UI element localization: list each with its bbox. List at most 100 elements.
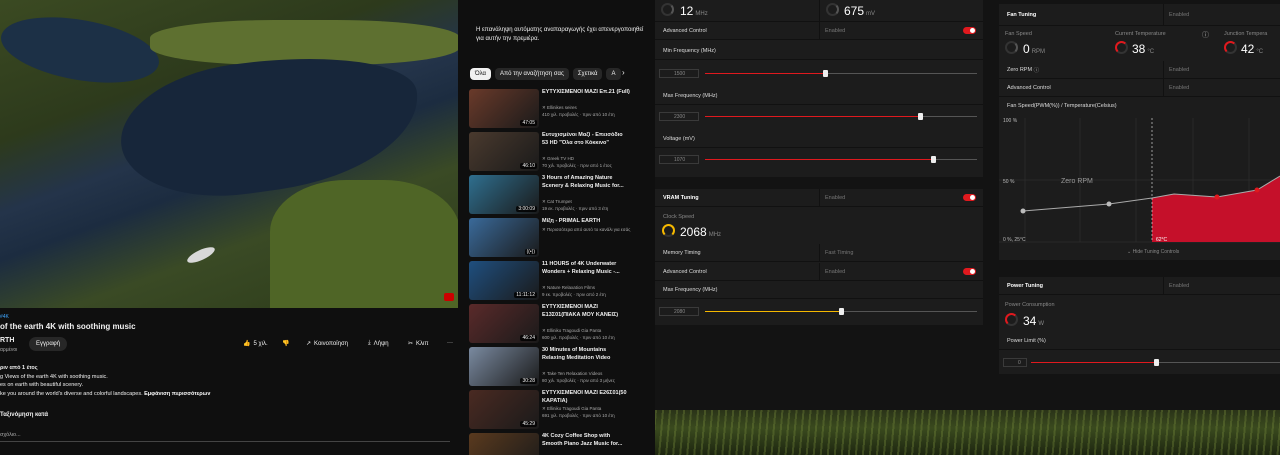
recommendation-item[interactable]: 45:29 ΕΥΤΥΧΙΣΜΕΝΟΙ ΜΑΖΙ Ε26Σ01(50 ΚΑΡΑΤΙΑ… — [469, 390, 649, 433]
recommendation-title[interactable]: 11 HOURS of 4K Underwater Wonders + Rela… — [542, 261, 630, 276]
video-duration: 3:00:09 — [516, 206, 537, 212]
gauge-icon — [1005, 41, 1018, 54]
advanced-control-toggle[interactable] — [963, 27, 976, 34]
temp-marker-label: 62°C — [1156, 237, 1168, 243]
thumbs-down-icon: 👎 — [282, 341, 290, 347]
video-duration: 46:10 — [520, 163, 537, 169]
recommendation-item[interactable]: 3:00:09 3 Hours of Amazing Nature Scenery… — [469, 175, 649, 218]
gauge-icon — [1115, 41, 1128, 54]
video-thumbnail[interactable]: 30:28 — [469, 347, 539, 386]
slider-knob[interactable] — [1153, 359, 1159, 366]
recommendation-meta: 410 χιλ. προβολές · πριν από 10 έτη — [542, 112, 615, 117]
video-thumbnail[interactable]: 3:00:09 — [469, 175, 539, 214]
slider-knob[interactable] — [917, 113, 923, 120]
slider-knob[interactable] — [931, 156, 937, 163]
more-actions-button[interactable]: ··· — [447, 340, 453, 346]
vram-tuning-toggle[interactable] — [963, 194, 976, 201]
recommendation-title[interactable]: 3 Hours of Amazing Nature Scenery & Rela… — [542, 175, 630, 190]
youtube-logo-icon[interactable] — [444, 293, 454, 301]
channel-subscribers: αρμένοι — [0, 347, 18, 353]
recommendation-title[interactable]: ΕΥΤΥΧΙΣΜΕΝΟΙ ΜΑΖΙ Επ.21 (Full) — [542, 89, 630, 97]
video-thumbnail[interactable]: 11:11:12 — [469, 261, 539, 300]
info-icon[interactable]: ⓘ — [1034, 66, 1040, 74]
recommendation-title[interactable]: 4K Cozy Coffee Shop with Smooth Piano Ja… — [542, 433, 630, 448]
max-frequency-slider[interactable]: 2300 — [655, 106, 983, 130]
vram-max-frequency-slider[interactable]: 2080 — [655, 301, 983, 325]
filter-chips: Όλα Από την αναζήτηση σας Σχετικά Α — [470, 68, 621, 80]
curve-point[interactable] — [1214, 194, 1220, 200]
autoplay-notice: Η επανάληψη αυτόματης αναπαραγωγής έχει … — [476, 27, 644, 42]
recommendation-title[interactable]: 30 Minutes of Mountains Relaxing Meditat… — [542, 347, 630, 362]
recommendation-title[interactable]: ΕΥΤΥΧΙΣΜΕΝΟΙ ΜΑΖΙ Ε13Σ01(ΠΙΑΚΑ ΜΟΥ ΚΑΝΕΙ… — [542, 304, 630, 319]
show-more-link[interactable]: Εμφάνιση περισσότερων — [144, 391, 210, 397]
recommendation-channel[interactable]: ✕ Ellinikes seires — [542, 105, 577, 111]
recommendation-title[interactable]: Μίξη - PRIMAL EARTH — [542, 218, 630, 226]
video-thumbnail[interactable]: 47:05 — [469, 89, 539, 128]
gauge-icon — [661, 3, 674, 16]
power-limit-slider[interactable]: 0 — [999, 352, 1280, 376]
recommendation-item[interactable]: 11:11:12 11 HOURS of 4K Underwater Wonder… — [469, 261, 649, 304]
recommendation-channel[interactable]: ✕ Elliniko Tragoudi Gia Panta — [542, 328, 601, 334]
video-thumbnail[interactable]: 46:24 — [469, 304, 539, 343]
info-icon[interactable]: ⓘ — [1202, 30, 1209, 40]
comment-input[interactable]: σχόλιο... — [0, 432, 450, 442]
video-thumbnail[interactable]: 45:29 — [469, 390, 539, 429]
video-player[interactable] — [0, 0, 458, 308]
video-tag[interactable]: #4K — [0, 314, 9, 320]
recommendation-title[interactable]: Ευτυχισμένοι Μαζί - Επεισόδιο 53 HD "Όλα… — [542, 132, 630, 147]
subscribe-button[interactable]: Εγγραφή — [29, 337, 67, 351]
slider-knob[interactable] — [839, 308, 844, 315]
video-thumbnail[interactable] — [469, 433, 539, 455]
y-axis-top-label: 100 % — [1003, 118, 1018, 124]
y-axis-mid-label: 50 % — [1003, 179, 1015, 185]
sort-comments-button[interactable]: Ταξινόμηση κατά — [0, 412, 48, 418]
min-frequency-slider[interactable]: 1500 — [655, 63, 983, 87]
zero-rpm-row: Zero RPM ⓘ Enabled — [999, 61, 1280, 79]
chip-related[interactable]: Σχετικά — [572, 68, 603, 80]
video-thumbnail[interactable]: ((•)) — [469, 218, 539, 257]
video-duration: ((•)) — [524, 249, 537, 255]
fan-curve-chart[interactable]: 100 % 50 % 0 %, 25°C Zero RPM 62°C — [999, 114, 1280, 246]
recommendation-item[interactable]: 46:24 ΕΥΤΥΧΙΣΜΕΝΟΙ ΜΑΖΙ Ε13Σ01(ΠΙΑΚΑ ΜΟΥ … — [469, 304, 649, 347]
curve-point[interactable] — [1106, 201, 1112, 207]
video-thumbnail[interactable]: 46:10 — [469, 132, 539, 171]
recommendation-channel[interactable]: ✕ Take Ten Relaxation Videos — [542, 371, 602, 377]
share-button[interactable]: ↗ Κοινοποίηση — [306, 340, 348, 348]
curve-point[interactable] — [1020, 208, 1026, 214]
recommendation-meta: 70 χιλ. προβολές · πριν από 1 έτος — [542, 163, 612, 168]
recommendation-channel[interactable]: ✕ Elliniko Tragoudi Gia Panta — [542, 406, 601, 412]
y-axis-bottom-label: 0 %, 25°C — [1003, 237, 1026, 243]
vram-tuning-panel: VRAM Tuning Enabled Clock Speed 2068 MHz … — [655, 189, 983, 325]
clip-button[interactable]: ✂ Κλιπ — [408, 340, 429, 348]
channel-name[interactable]: RTH — [0, 337, 14, 344]
like-button[interactable]: 👍 5 χιλ. — [243, 340, 268, 348]
chip-all[interactable]: Όλα — [470, 68, 492, 80]
recommendation-channel[interactable]: ✕ Nature Relaxation Films — [542, 285, 595, 291]
thumbs-up-icon: 👍 — [243, 341, 251, 347]
recommendation-item[interactable]: ((•)) Μίξη - PRIMAL EARTH ✕ Περισσότερα απ… — [469, 218, 649, 261]
recommendation-channel[interactable]: ✕ Greek TV HD — [542, 156, 574, 162]
hide-tuning-controls-button[interactable]: ⌄ Hide Tuning Controls — [1127, 249, 1179, 255]
recommendation-item[interactable]: 46:10 Ευτυχισμένοι Μαζί - Επεισόδιο 53 HD… — [469, 132, 649, 175]
recommendation-meta: 19 εκ. προβολές · πριν από 3 έτη — [542, 206, 609, 211]
curve-point[interactable] — [1254, 187, 1260, 193]
recommendation-title[interactable]: ΕΥΤΥΧΙΣΜΕΝΟΙ ΜΑΖΙ Ε26Σ01(50 ΚΑΡΑΤΙΑ) — [542, 390, 630, 405]
voltage-slider[interactable]: 1070 — [655, 149, 983, 173]
recommendation-item[interactable]: 30:28 30 Minutes of Mountains Relaxing Me… — [469, 347, 649, 390]
youtube-window: #4K of the earth 4K with soothing music … — [0, 0, 655, 455]
chip-more[interactable]: Α — [606, 68, 621, 80]
dislike-button[interactable]: 👎 — [282, 340, 289, 347]
chip-from-search[interactable]: Από την αναζήτηση σας — [495, 68, 569, 80]
recommendation-item[interactable]: 4K Cozy Coffee Shop with Smooth Piano Ja… — [469, 433, 649, 455]
memory-timing-row[interactable]: Memory Timing Fast Timing — [655, 244, 983, 262]
fan-tuning-panel: Fan Tuning Enabled Fan Speed 0 RPM Curren… — [999, 4, 1280, 260]
recommendation-item[interactable]: 47:05 ΕΥΤΥΧΙΣΜΕΝΟΙ ΜΑΖΙ Επ.21 (Full) ✕ Ell… — [469, 89, 649, 132]
share-icon: ↗ — [306, 341, 312, 347]
recommendation-channel[interactable]: ✕ Περισσότερα από αυτό το κανάλι για εσά… — [542, 227, 630, 233]
slider-knob[interactable] — [822, 70, 828, 77]
vram-advanced-toggle[interactable] — [963, 268, 976, 275]
download-button[interactable]: ⤓ Λήψη — [368, 340, 389, 347]
chevron-right-icon[interactable]: › — [622, 68, 625, 77]
video-description[interactable]: ριν από 1 έτος g Views of the earth 4K w… — [0, 364, 450, 424]
recommendation-channel[interactable]: ✕ Cat Trumpet — [542, 199, 572, 205]
